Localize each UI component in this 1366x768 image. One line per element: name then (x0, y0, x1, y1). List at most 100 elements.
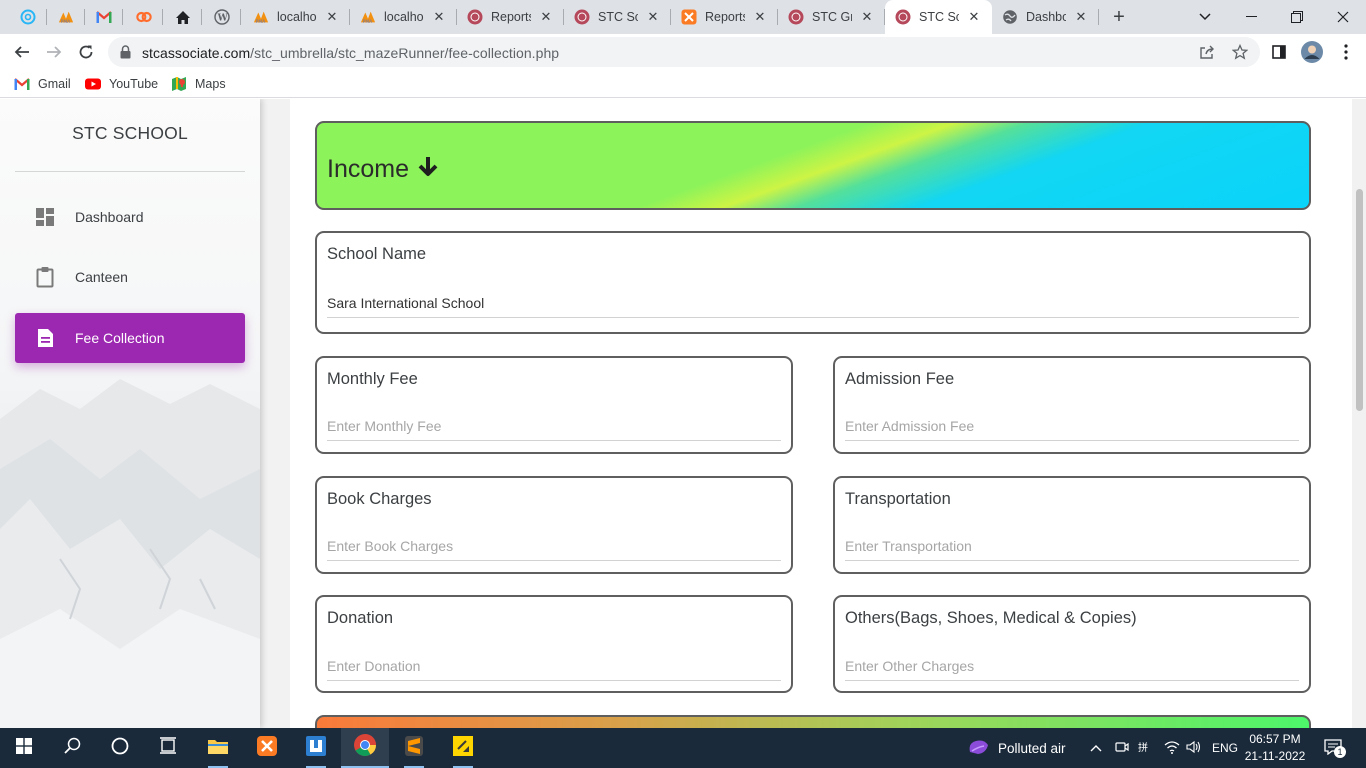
sidebar-item-dashboard[interactable]: Dashboard (15, 192, 245, 242)
back-button[interactable] (10, 40, 34, 64)
other-charges-input[interactable] (845, 651, 1299, 681)
sidebar-item-fee-collection[interactable]: Fee Collection (15, 313, 245, 363)
bookmark-maps[interactable]: Maps (171, 76, 226, 92)
sticky-notes-taskbar-button[interactable] (439, 728, 487, 768)
transportation-input[interactable] (845, 531, 1299, 561)
ime-button[interactable]: 拼 (1138, 728, 1154, 768)
weather-widget[interactable]: Polluted air (966, 728, 1066, 768)
profile-avatar[interactable] (1300, 40, 1324, 64)
lock-icon[interactable] (120, 45, 131, 64)
network-button[interactable] (1164, 728, 1180, 768)
notification-count-badge: 1 (1334, 746, 1346, 758)
close-tab-icon[interactable]: ✕ (645, 9, 661, 25)
pinned-tab-2[interactable]: PMA (47, 0, 85, 34)
xampp-taskbar-button[interactable] (243, 728, 291, 768)
chrome-taskbar-button[interactable] (341, 728, 389, 768)
pinned-tab-5[interactable] (164, 0, 202, 34)
show-hidden-icons-button[interactable] (1090, 728, 1102, 768)
page-scrollbar[interactable] (1352, 99, 1366, 728)
pinned-tab-4[interactable] (125, 0, 163, 34)
close-tab-icon[interactable]: ✕ (431, 9, 447, 25)
tab-reports-1[interactable]: Reports ✕ (457, 0, 564, 34)
clock-time: 06:57 PM (1249, 732, 1301, 746)
income-section-header: Income (315, 121, 1311, 210)
monthly-fee-input[interactable] (327, 411, 781, 441)
close-tab-icon[interactable]: ✕ (966, 9, 982, 25)
tab-dashboard[interactable]: Dashbo ✕ (992, 0, 1099, 34)
system-clock[interactable]: 06:57 PM 21-11-2022 (1240, 731, 1310, 765)
dashboard-icon (35, 207, 55, 227)
wifi-icon (1164, 740, 1180, 757)
sidebar-item-canteen[interactable]: Canteen (15, 252, 245, 302)
tab-stc-school-active[interactable]: STC Sch ✕ (885, 0, 992, 34)
school-name-input[interactable] (327, 288, 1299, 318)
donation-input[interactable] (327, 651, 781, 681)
document-icon (35, 328, 55, 348)
tab-localhost-2[interactable]: PMA localhos ✕ (350, 0, 457, 34)
search-button[interactable] (48, 728, 96, 768)
task-view-button[interactable] (144, 728, 192, 768)
volume-button[interactable] (1186, 728, 1202, 768)
page-viewport: STC SCHOOL Dashboard Canteen Fee Collect… (0, 99, 1366, 728)
bookmark-youtube[interactable]: YouTube (85, 76, 158, 92)
scrollbar-thumb[interactable] (1356, 189, 1363, 411)
notification-center-button[interactable]: 1 (1324, 728, 1346, 768)
browser-menu-button[interactable] (1334, 40, 1358, 64)
tab-stc-group[interactable]: STC Gro ✕ (778, 0, 885, 34)
pinned-tab-6[interactable]: W (203, 0, 241, 34)
home-icon (175, 9, 191, 25)
close-tab-icon[interactable]: ✕ (538, 9, 554, 25)
meet-now-button[interactable] (1115, 728, 1129, 768)
reload-button[interactable] (74, 40, 98, 64)
minimize-button[interactable] (1228, 0, 1274, 34)
url-host: stcassociate.com (142, 45, 251, 61)
donation-card: Donation (315, 595, 793, 693)
close-window-button[interactable] (1320, 0, 1366, 34)
book-charges-input[interactable] (327, 531, 781, 561)
search-icon (63, 737, 81, 759)
pinned-tab-3[interactable] (85, 0, 123, 34)
vm-taskbar-button[interactable] (292, 728, 340, 768)
clipboard-icon (35, 267, 55, 288)
svg-text:PMA: PMA (61, 19, 71, 25)
language-indicator[interactable]: ENG (1212, 728, 1238, 768)
tab-title: STC Gro (812, 10, 852, 24)
sticky-notes-icon (452, 735, 474, 762)
tab-search-button[interactable] (1182, 0, 1228, 34)
xampp-icon (256, 735, 278, 762)
forward-button[interactable] (42, 40, 66, 64)
sublime-taskbar-button[interactable] (390, 728, 438, 768)
svg-text:拼: 拼 (1138, 741, 1148, 754)
close-tab-icon[interactable]: ✕ (752, 9, 768, 25)
close-tab-icon[interactable]: ✕ (1073, 9, 1089, 25)
file-explorer-button[interactable] (194, 728, 242, 768)
sidebar-item-label: Canteen (75, 269, 128, 285)
close-tab-icon[interactable]: ✕ (859, 9, 875, 25)
phpmyadmin-icon: PMA (253, 9, 269, 25)
address-bar[interactable]: stcassociate.com/stc_umbrella/stc_mazeRu… (108, 37, 1260, 67)
phpmyadmin-icon: PMA (360, 9, 376, 25)
sidebar-brand[interactable]: STC SCHOOL (15, 123, 245, 144)
ime-icon: 拼 (1138, 740, 1154, 757)
close-tab-icon[interactable]: ✕ (324, 9, 340, 25)
tab-stc-school-1[interactable]: STC Sch ✕ (564, 0, 671, 34)
gmail-icon (96, 9, 112, 25)
bookmark-star-icon[interactable] (1231, 43, 1249, 61)
tab-localhost-1[interactable]: PMA localhos ✕ (243, 0, 350, 34)
tab-title: localhos (277, 10, 317, 24)
browser-tab-strip: PMA W PMA localhos ✕ PMA localhos ✕ Repo… (0, 0, 1366, 34)
chrome-icon (353, 733, 377, 762)
svg-text:PMA: PMA (363, 19, 373, 25)
bookmark-gmail[interactable]: Gmail (14, 76, 71, 92)
admission-fee-input[interactable] (845, 411, 1299, 441)
cortana-button[interactable] (96, 728, 144, 768)
restore-button[interactable] (1274, 0, 1320, 34)
start-button[interactable] (0, 728, 48, 768)
tab-reports-2[interactable]: Reports ✕ (671, 0, 778, 34)
pinned-tab-1[interactable] (9, 0, 47, 34)
url-path: /stc_umbrella/stc_mazeRunner/fee-collect… (250, 45, 560, 61)
share-icon[interactable] (1198, 43, 1216, 61)
main-content: Income School Name Monthly Fee Admission… (290, 99, 1364, 728)
side-panel-button[interactable] (1267, 40, 1291, 64)
new-tab-button[interactable]: + (1108, 7, 1130, 29)
